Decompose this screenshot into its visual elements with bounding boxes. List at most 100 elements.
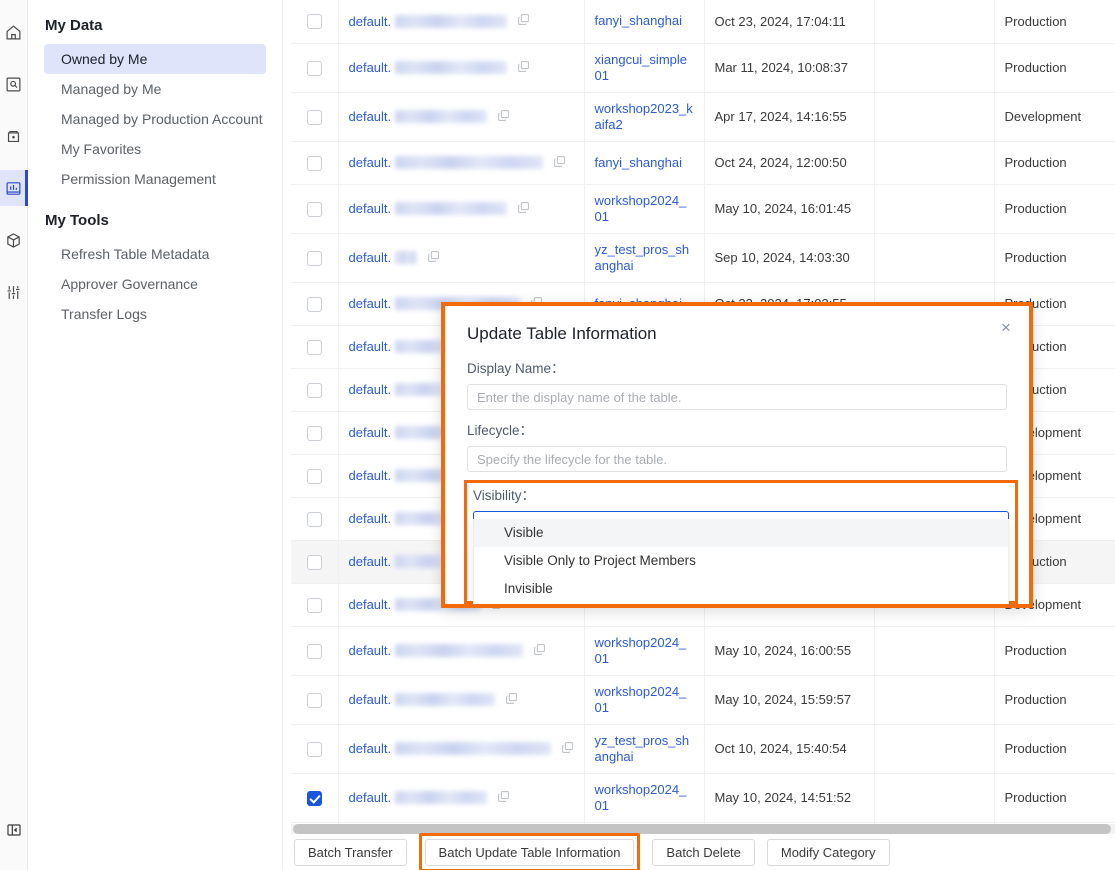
- table-name-cell[interactable]: default.: [338, 141, 585, 185]
- row-select-cell[interactable]: [291, 773, 339, 823]
- copy-icon[interactable]: [517, 13, 530, 29]
- table-name-cell[interactable]: default.: [338, 184, 585, 234]
- batch-delete-button[interactable]: Batch Delete: [652, 838, 755, 866]
- display-name-input[interactable]: [467, 384, 1007, 410]
- batch-update-table-information-button[interactable]: Batch Update Table Information: [424, 838, 635, 866]
- row-checkbox[interactable]: [306, 14, 322, 30]
- table-row[interactable]: default. fanyi_shanghai Oct 23, 2024, 17:0…: [291, 0, 1115, 44]
- sidebar-item-permission-management[interactable]: Permission Management: [44, 164, 266, 194]
- copy-icon[interactable]: [505, 692, 518, 708]
- copy-icon[interactable]: [497, 109, 510, 125]
- row-select-cell[interactable]: [291, 43, 339, 93]
- row-checkbox[interactable]: [306, 468, 322, 484]
- row-checkbox[interactable]: [306, 554, 322, 570]
- row-select-cell[interactable]: [291, 626, 339, 676]
- lifecycle-input[interactable]: [467, 446, 1007, 472]
- visibility-option-visible[interactable]: Visible: [474, 519, 1008, 547]
- package-icon[interactable]: [0, 222, 28, 258]
- home-icon[interactable]: [0, 14, 28, 50]
- row-checkbox[interactable]: [306, 425, 322, 441]
- row-select-cell[interactable]: [291, 675, 339, 725]
- table-row[interactable]: default. fanyi_shanghai Oct 24, 2024, 12:0…: [291, 141, 1115, 185]
- sidebar-item-managed-by-production-account[interactable]: Managed by Production Account: [44, 104, 266, 134]
- table-name-cell[interactable]: default.: [338, 0, 585, 44]
- owner-cell[interactable]: fanyi_shanghai: [584, 0, 705, 44]
- row-checkbox[interactable]: [306, 692, 322, 708]
- row-checkbox[interactable]: [306, 382, 322, 398]
- sidebar-item-my-favorites[interactable]: My Favorites: [44, 134, 266, 164]
- table-name-cell[interactable]: default.: [338, 43, 585, 93]
- copy-icon[interactable]: [497, 790, 510, 806]
- search-data-icon[interactable]: [0, 66, 28, 102]
- owner-cell[interactable]: workshop2023_kaifa2: [584, 92, 705, 142]
- copy-icon[interactable]: [517, 201, 530, 217]
- collapse-panel-icon[interactable]: [0, 812, 28, 848]
- table-row[interactable]: default. workshop2024_01 May 10, 2024, 14:…: [291, 773, 1115, 823]
- row-select-cell[interactable]: [291, 411, 339, 455]
- close-icon[interactable]: ×: [997, 319, 1015, 337]
- copy-icon[interactable]: [553, 155, 566, 171]
- owner-cell[interactable]: workshop2024_01: [584, 184, 705, 234]
- sidebar-item-transfer-logs[interactable]: Transfer Logs: [44, 299, 266, 329]
- owner-cell[interactable]: yz_test_pros_shanghai: [584, 233, 705, 283]
- sidebar-item-managed-by-me[interactable]: Managed by Me: [44, 74, 266, 104]
- row-checkbox[interactable]: [306, 109, 322, 125]
- row-checkbox[interactable]: [306, 296, 322, 312]
- owner-cell[interactable]: workshop2024_01: [584, 675, 705, 725]
- sidebar-item-owned-by-me[interactable]: Owned by Me: [44, 44, 266, 74]
- sidebar-item-approver-governance[interactable]: Approver Governance: [44, 269, 266, 299]
- row-select-cell[interactable]: [291, 184, 339, 234]
- visibility-option-project-members[interactable]: Visible Only to Project Members: [474, 547, 1008, 575]
- owner-cell[interactable]: workshop2024_01: [584, 773, 705, 823]
- table-chart-icon[interactable]: [0, 170, 28, 206]
- row-select-cell[interactable]: [291, 92, 339, 142]
- table-row[interactable]: default. workshop2024_01 May 10, 2024, 16:…: [291, 184, 1115, 234]
- owner-cell[interactable]: workshop2024_01: [584, 626, 705, 676]
- row-checkbox[interactable]: [306, 511, 322, 527]
- modify-category-button[interactable]: Modify Category: [766, 838, 890, 866]
- row-checkbox[interactable]: [306, 250, 322, 266]
- row-select-cell[interactable]: [291, 497, 339, 541]
- table-name-cell[interactable]: default.: [338, 675, 585, 725]
- sidebar-item-refresh-table-metadata[interactable]: Refresh Table Metadata: [44, 239, 266, 269]
- table-row[interactable]: default. workshop2024_01 May 10, 2024, 16:…: [291, 626, 1115, 676]
- row-select-cell[interactable]: [291, 325, 339, 369]
- settings-sliders-icon[interactable]: [0, 274, 28, 310]
- table-name-cell[interactable]: default.: [338, 233, 585, 283]
- row-select-cell[interactable]: [291, 282, 339, 326]
- table-row[interactable]: default. yz_test_pros_shanghai Sep 10, 202…: [291, 233, 1115, 283]
- row-select-cell[interactable]: [291, 233, 339, 283]
- row-checkbox[interactable]: [306, 339, 322, 355]
- copy-icon[interactable]: [517, 60, 530, 76]
- row-checkbox[interactable]: [306, 741, 322, 757]
- visibility-option-invisible[interactable]: Invisible: [474, 575, 1008, 603]
- row-checkbox[interactable]: [306, 155, 322, 171]
- owner-cell[interactable]: xiangcui_simple 01: [584, 43, 705, 93]
- storage-icon[interactable]: [0, 118, 28, 154]
- table-row[interactable]: default. yz_test_pros_shanghai Oct 10, 202…: [291, 724, 1115, 774]
- horizontal-scrollbar[interactable]: [291, 824, 1115, 834]
- row-select-cell[interactable]: [291, 540, 339, 584]
- row-select-cell[interactable]: [291, 454, 339, 498]
- table-name-cell[interactable]: default.: [338, 92, 585, 142]
- row-checkbox[interactable]: [306, 643, 322, 659]
- row-select-cell[interactable]: [291, 0, 339, 44]
- table-name-cell[interactable]: default.: [338, 626, 585, 676]
- owner-cell[interactable]: fanyi_shanghai: [584, 141, 705, 185]
- scrollbar-thumb[interactable]: [293, 824, 1111, 834]
- owner-cell[interactable]: yz_test_pros_shanghai: [584, 724, 705, 774]
- row-select-cell[interactable]: [291, 141, 339, 185]
- row-select-cell[interactable]: [291, 583, 339, 627]
- row-checkbox[interactable]: [306, 790, 322, 806]
- copy-icon[interactable]: [427, 250, 440, 266]
- row-checkbox[interactable]: [306, 597, 322, 613]
- table-name-cell[interactable]: default.: [338, 724, 585, 774]
- row-checkbox[interactable]: [306, 60, 322, 76]
- row-checkbox[interactable]: [306, 201, 322, 217]
- batch-transfer-button[interactable]: Batch Transfer: [294, 838, 407, 866]
- row-select-cell[interactable]: [291, 368, 339, 412]
- table-name-cell[interactable]: default.: [338, 773, 585, 823]
- copy-icon[interactable]: [561, 741, 574, 757]
- row-select-cell[interactable]: [291, 724, 339, 774]
- table-row[interactable]: default. workshop2023_kaifa2 Apr 17, 2024,…: [291, 92, 1115, 142]
